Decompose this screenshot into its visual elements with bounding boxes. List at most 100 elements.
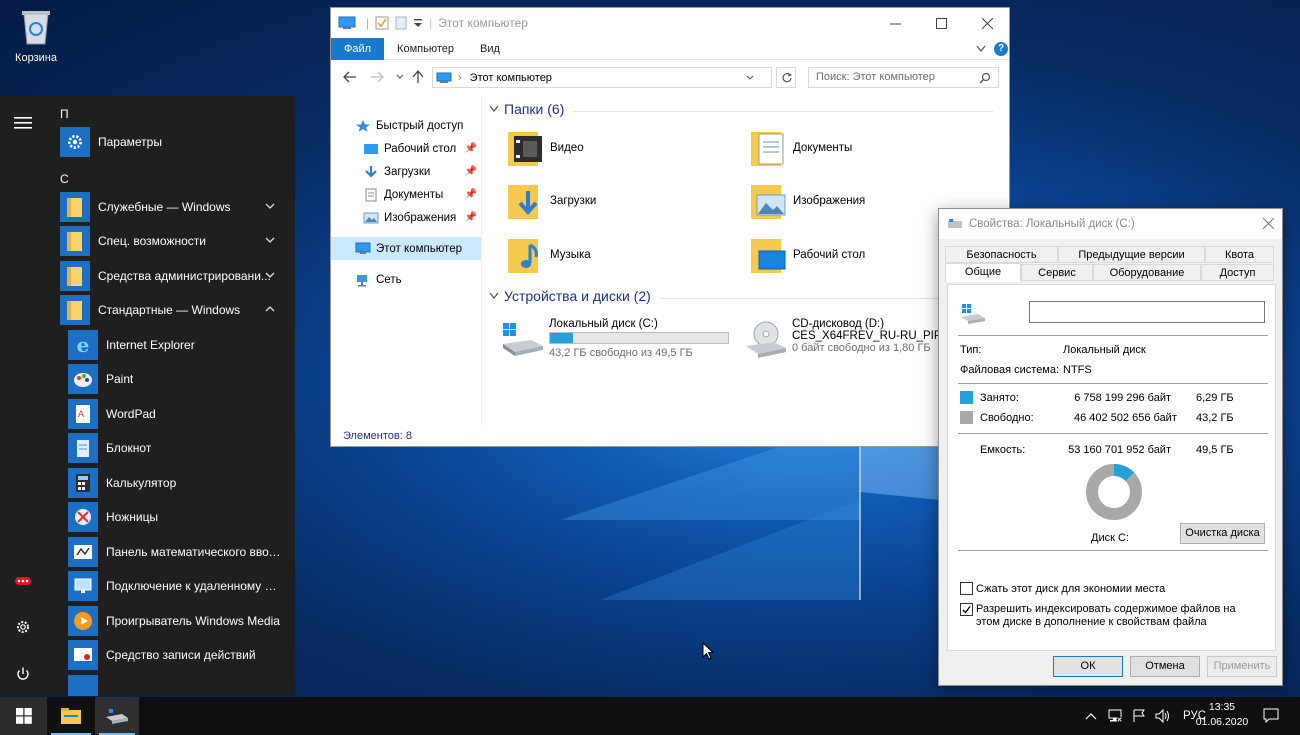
address-box[interactable]: › Этот компьютер [432,67,772,88]
tab-quota[interactable]: Квота [1205,246,1274,263]
tab-tools[interactable]: Сервис [1021,264,1093,281]
nav-desktop[interactable]: Рабочий стол 📌 [331,137,481,160]
app-steps-recorder[interactable]: Средство записи действий [46,638,295,673]
back-arrow-icon[interactable] [343,71,357,83]
power-icon[interactable] [13,664,33,684]
folder-documents[interactable]: Документы [749,128,852,168]
properties-check-icon[interactable] [375,16,389,30]
clock-time: 13:35 [1208,701,1236,713]
hamburger-menu-icon[interactable] [13,113,33,133]
taskbar-file-explorer[interactable] [47,697,95,735]
search-input[interactable]: Поиск: Этот компьютер [808,67,999,88]
folder-videos[interactable]: Видео [506,128,584,168]
index-checkbox[interactable] [960,603,973,616]
app-label: Панель математического ввода [106,544,281,559]
minimize-button[interactable] [872,8,918,38]
tab-file[interactable]: Файл [331,37,385,60]
app-paint[interactable]: Paint [46,362,295,397]
disk-cleanup-button[interactable]: Очистка диска [1180,523,1265,544]
tab-sharing[interactable]: Доступ [1201,264,1274,281]
recycle-bin[interactable]: Корзина [8,6,64,64]
clock[interactable]: 13:35 01.06.2020 [1190,700,1254,730]
app-math-input[interactable]: Панель математического ввода [46,535,295,570]
devices-section-header[interactable]: Устройства и диски (2) [489,288,651,304]
new-folder-icon[interactable] [395,16,407,30]
app-notepad[interactable]: Блокнот [46,431,295,466]
settings-gear-icon[interactable] [13,617,33,637]
up-arrow-icon[interactable] [412,70,424,84]
group-header-p[interactable]: П [46,103,295,125]
chevron-up-icon[interactable] [265,304,275,314]
used-label: Занято: [980,392,1019,404]
nav-downloads[interactable]: Загрузки 📌 [331,160,481,183]
tab-previous-versions[interactable]: Предыдущие версии [1058,246,1205,263]
computer-icon [436,72,452,83]
breadcrumb-chevron-icon[interactable]: › [458,72,462,84]
tab-security[interactable]: Безопасность [945,246,1058,263]
nav-pictures[interactable]: Изображения 📌 [331,206,481,229]
recent-locations-chevron-icon[interactable] [396,74,404,80]
user-account-icon[interactable] [13,571,33,591]
show-hidden-icons-chevron-icon[interactable] [1085,711,1097,721]
help-icon[interactable]: ? [994,42,1008,56]
search-icon[interactable] [979,72,991,84]
app-wordpad[interactable]: A WordPad [46,397,295,432]
taskbar-drive-properties[interactable] [95,697,139,735]
folder-system-tools[interactable]: Служебные — Windows [46,190,295,225]
qat-dropdown-icon[interactable] [413,18,423,28]
folder-accessibility[interactable]: Спец. возможности [46,224,295,259]
ribbon-expand-chevron-icon[interactable] [976,45,986,53]
app-calculator[interactable]: Калькулятор [46,466,295,501]
folder-desktop[interactable]: Рабочий стол [749,235,865,275]
app-partial[interactable] [46,673,295,696]
close-icon[interactable] [1263,218,1274,229]
tab-hardware[interactable]: Оборудование [1093,264,1201,281]
apply-button[interactable]: Применить [1207,656,1277,677]
folder-accessories[interactable]: Стандартные — Windows [46,293,295,328]
folder-admin-tools[interactable]: Средства администрировани... [46,259,295,294]
pin-icon[interactable]: 📌 [465,143,477,154]
ok-button[interactable]: ОК [1053,656,1123,677]
action-center-icon[interactable] [1263,708,1279,724]
start-button[interactable] [0,697,47,735]
cancel-button[interactable]: Отмена [1130,656,1200,677]
dialog-titlebar[interactable]: Свойства: Локальный диск (C:) [939,209,1282,239]
close-button[interactable] [964,8,1010,38]
nav-this-pc[interactable]: Этот компьютер [331,237,481,260]
refresh-button[interactable] [776,67,796,88]
compress-checkbox[interactable] [960,582,973,595]
nav-network[interactable]: Сеть [331,268,481,291]
app-remote-desktop[interactable]: Подключение к удаленному ра... [46,569,295,604]
app-snipping-tool[interactable]: Ножницы [46,500,295,535]
nav-quick-access[interactable]: Быстрый доступ [331,114,481,137]
volume-label-input[interactable] [1029,301,1265,323]
address-dropdown-icon[interactable] [746,75,754,81]
app-media-player[interactable]: Проигрыватель Windows Media [46,604,295,639]
pin-icon[interactable]: 📌 [465,166,477,177]
steps-recorder-icon [68,640,98,671]
app-internet-explorer[interactable]: e Internet Explorer [46,328,295,363]
breadcrumb-this-pc[interactable]: Этот компьютер [470,72,552,84]
app-settings[interactable]: Параметры [46,125,295,160]
explorer-titlebar[interactable]: | | Этот компьютер [331,8,1009,38]
drive-c[interactable]: Локальный диск (C:) 43,2 ГБ свободно из … [501,318,741,363]
nav-documents[interactable]: Документы 📌 [331,183,481,206]
pin-icon[interactable]: 📌 [465,212,477,223]
network-icon[interactable] [1107,709,1123,723]
volume-icon[interactable] [1155,709,1171,723]
tab-computer[interactable]: Компьютер [384,38,467,60]
tab-view[interactable]: Вид [467,38,513,60]
folders-section-header[interactable]: Папки (6) [489,101,564,117]
folder-music[interactable]: Музыка [506,235,591,275]
chevron-down-icon[interactable] [265,201,275,211]
chevron-down-icon[interactable] [265,235,275,245]
folder-downloads[interactable]: Загрузки [506,181,596,221]
flag-icon[interactable] [1132,709,1146,723]
chevron-down-icon[interactable] [265,270,275,280]
tab-general[interactable]: Общие [945,263,1021,282]
forward-arrow-icon[interactable] [370,71,384,83]
pin-icon[interactable]: 📌 [465,189,477,200]
folder-pictures[interactable]: Изображения [749,181,865,221]
maximize-button[interactable] [918,8,964,38]
group-header-s[interactable]: С [46,168,295,190]
